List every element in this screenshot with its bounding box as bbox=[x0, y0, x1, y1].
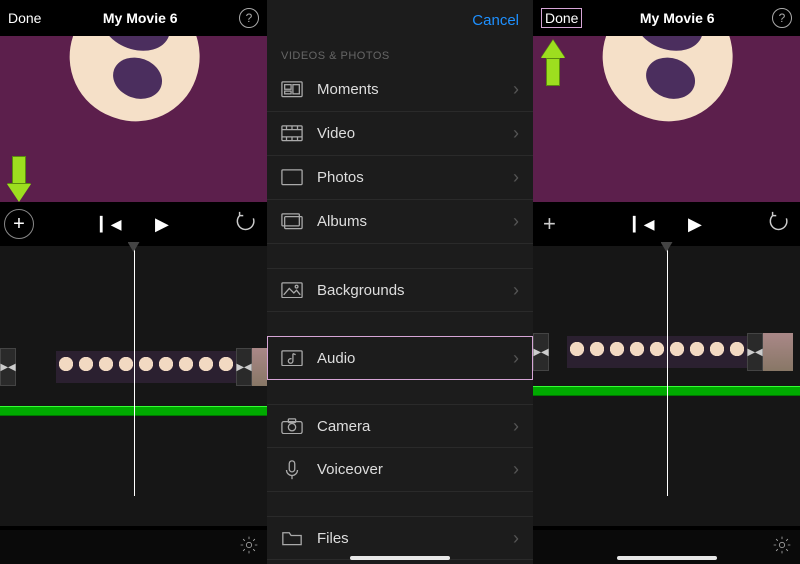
skip-back-button[interactable]: ▎◀ bbox=[633, 216, 655, 233]
editor-panel-1: Done My Movie 6 ? + ▎◀ ▶ ▶◀ ▶◀ bbox=[0, 0, 267, 564]
chevron-right-icon: › bbox=[513, 459, 519, 480]
row-label: Camera bbox=[317, 418, 513, 435]
skip-back-button[interactable]: ▎◀ bbox=[100, 216, 122, 233]
chevron-right-icon: › bbox=[513, 528, 519, 549]
transition-handle-left[interactable]: ▶◀ bbox=[533, 333, 549, 371]
help-icon[interactable]: ? bbox=[239, 8, 259, 28]
clip-thumbnails[interactable] bbox=[56, 351, 236, 383]
preview-frame-image bbox=[52, 36, 219, 139]
undo-button[interactable] bbox=[235, 211, 257, 238]
playhead[interactable] bbox=[667, 246, 668, 496]
home-indicator bbox=[350, 556, 450, 560]
row-label: Moments bbox=[317, 81, 513, 98]
photos-icon bbox=[281, 169, 303, 187]
playhead[interactable] bbox=[134, 246, 135, 496]
top-bar: Done My Movie 6 ? bbox=[0, 0, 267, 36]
home-indicator bbox=[617, 556, 717, 560]
add-media-button[interactable]: + bbox=[4, 209, 34, 239]
chevron-right-icon: › bbox=[513, 167, 519, 188]
row-label: Photos bbox=[317, 169, 513, 186]
chevron-right-icon: › bbox=[513, 123, 519, 144]
video-preview[interactable] bbox=[0, 36, 267, 202]
row-label: Files bbox=[317, 530, 513, 547]
clip-thumbnail-secondary[interactable] bbox=[252, 348, 267, 386]
settings-icon[interactable] bbox=[772, 535, 792, 560]
row-video[interactable]: Video › bbox=[267, 112, 533, 156]
transition-handle-left[interactable]: ▶◀ bbox=[0, 348, 16, 386]
moments-icon bbox=[281, 81, 303, 99]
transport-bar: + ▎◀ ▶ bbox=[533, 202, 800, 246]
clip-thumbnail-secondary[interactable] bbox=[763, 333, 793, 371]
chevron-right-icon: › bbox=[513, 348, 519, 369]
row-camera[interactable]: Camera › bbox=[267, 404, 533, 448]
play-button[interactable]: ▶ bbox=[688, 214, 702, 235]
voiceover-icon bbox=[281, 461, 303, 479]
row-backgrounds[interactable]: Backgrounds › bbox=[267, 268, 533, 312]
row-photos[interactable]: Photos › bbox=[267, 156, 533, 200]
row-albums[interactable]: Albums › bbox=[267, 200, 533, 244]
timeline[interactable]: ▶◀ ▶◀ bbox=[533, 246, 800, 526]
row-label: Albums bbox=[317, 213, 513, 230]
row-label: Voiceover bbox=[317, 461, 513, 478]
albums-icon bbox=[281, 213, 303, 231]
row-files[interactable]: Files › bbox=[267, 516, 533, 560]
row-moments[interactable]: Moments › bbox=[267, 68, 533, 112]
add-media-button[interactable]: + bbox=[543, 211, 556, 237]
settings-icon[interactable] bbox=[239, 535, 259, 560]
undo-button[interactable] bbox=[768, 211, 790, 238]
row-audio[interactable]: Audio › bbox=[267, 336, 533, 380]
row-label: Audio bbox=[317, 350, 513, 367]
editor-footer bbox=[0, 530, 267, 564]
annotation-arrow-add bbox=[7, 156, 31, 206]
row-voiceover[interactable]: Voiceover › bbox=[267, 448, 533, 492]
transport-bar: + ▎◀ ▶ bbox=[0, 202, 267, 246]
browser-header: Cancel bbox=[267, 0, 533, 40]
row-label: Video bbox=[317, 125, 513, 142]
media-browser-panel: Cancel VIDEOS & PHOTOS Moments › Video ›… bbox=[267, 0, 533, 564]
play-button[interactable]: ▶ bbox=[155, 214, 169, 235]
done-button[interactable]: Done bbox=[8, 10, 41, 26]
audio-icon bbox=[281, 349, 303, 367]
section-header: VIDEOS & PHOTOS bbox=[267, 40, 533, 68]
chevron-right-icon: › bbox=[513, 416, 519, 437]
transition-handle-right[interactable]: ▶◀ bbox=[747, 333, 763, 371]
chevron-right-icon: › bbox=[513, 211, 519, 232]
project-title: My Movie 6 bbox=[582, 10, 772, 26]
cancel-button[interactable]: Cancel bbox=[472, 12, 519, 29]
annotation-arrow-done bbox=[541, 40, 565, 90]
video-icon bbox=[281, 125, 303, 143]
timeline[interactable]: ▶◀ ▶◀ bbox=[0, 246, 267, 526]
preview-frame-image bbox=[585, 36, 752, 139]
chevron-right-icon: › bbox=[513, 79, 519, 100]
camera-icon bbox=[281, 417, 303, 435]
help-icon[interactable]: ? bbox=[772, 8, 792, 28]
clip-thumbnails[interactable] bbox=[567, 336, 747, 368]
top-bar: Done My Movie 6 ? bbox=[533, 0, 800, 36]
files-icon bbox=[281, 529, 303, 547]
editor-panel-3: Done My Movie 6 ? + ▎◀ ▶ ▶◀ ▶◀ bbox=[533, 0, 800, 564]
project-title: My Movie 6 bbox=[41, 10, 239, 26]
row-label: Backgrounds bbox=[317, 282, 513, 299]
backgrounds-icon bbox=[281, 281, 303, 299]
transition-handle-right[interactable]: ▶◀ bbox=[236, 348, 252, 386]
video-preview[interactable] bbox=[533, 36, 800, 202]
chevron-right-icon: › bbox=[513, 280, 519, 301]
done-button[interactable]: Done bbox=[541, 8, 582, 28]
